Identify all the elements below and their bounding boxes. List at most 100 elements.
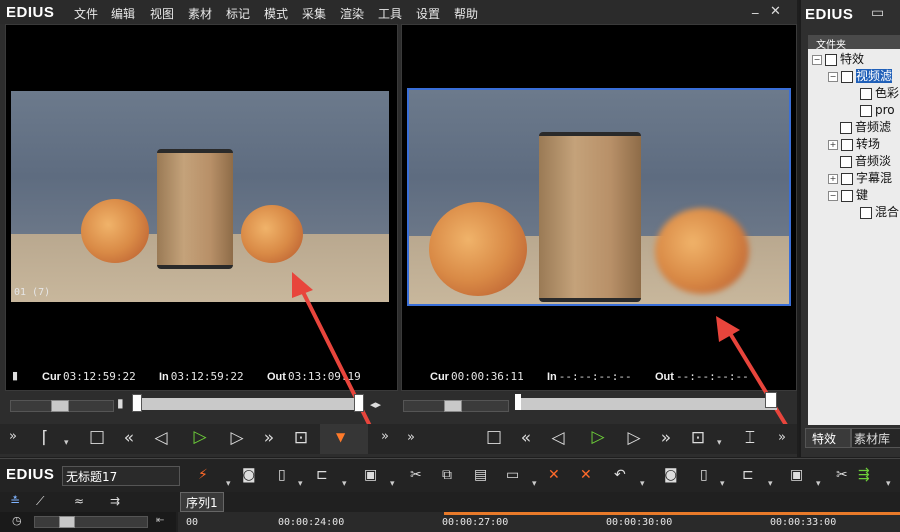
- play-button[interactable]: ▷: [585, 427, 611, 447]
- tree-item-effects[interactable]: − 特效: [812, 51, 864, 68]
- tab-bin[interactable]: 素材库: [851, 428, 900, 448]
- dropdown-caret-icon[interactable]: ▾: [532, 479, 537, 489]
- tree-item-audio-filters[interactable]: 音频滤: [840, 119, 891, 136]
- ripple-delete-icon[interactable]: ✕: [580, 467, 592, 483]
- dropdown-caret-icon[interactable]: ▾: [720, 479, 725, 489]
- fast-forward-button[interactable]: »: [256, 428, 282, 448]
- loop-button[interactable]: ⊡: [685, 428, 711, 448]
- step-forward-button[interactable]: ▷: [621, 428, 647, 448]
- folder-icon[interactable]: ▭: [871, 5, 884, 21]
- open-icon[interactable]: ⊏: [316, 467, 328, 483]
- camera-icon[interactable]: ◙: [242, 467, 256, 483]
- step-back-button[interactable]: ◁: [148, 428, 174, 448]
- dropdown-caret-icon[interactable]: ▾: [226, 479, 231, 489]
- tree-label: 音频滤: [855, 120, 892, 134]
- stop-button[interactable]: □: [84, 427, 110, 447]
- tab-label: 素材库: [854, 432, 891, 446]
- delete-icon[interactable]: ✕: [548, 467, 560, 483]
- render-bar: [444, 512, 900, 515]
- export-icon[interactable]: ⇶: [858, 467, 870, 483]
- tree-item-transitions[interactable]: + 转场: [828, 136, 880, 153]
- dropdown-caret-icon[interactable]: ▾: [342, 479, 347, 489]
- zoom-icon[interactable]: ⇤: [156, 515, 164, 526]
- new-file-icon[interactable]: ▯: [700, 467, 708, 483]
- folder-icon: [841, 189, 853, 202]
- tree-item-keyers[interactable]: − 键: [828, 187, 868, 204]
- slider-thumb[interactable]: [59, 516, 75, 528]
- dropdown-caret-icon[interactable]: ▾: [886, 479, 891, 489]
- project-name-field[interactable]: 无标题17: [62, 466, 180, 486]
- ruler-tick: 00: [186, 517, 199, 528]
- slider-thumb[interactable]: [51, 400, 69, 412]
- expand-icon[interactable]: +: [828, 139, 838, 150]
- tree-item-audio-fades[interactable]: 音频淡: [840, 153, 891, 170]
- expand-icon[interactable]: »: [398, 430, 424, 445]
- camera-icon[interactable]: ◙: [664, 467, 678, 483]
- timeline-zoom-slider[interactable]: [34, 516, 148, 528]
- step-forward-button[interactable]: ▷: [224, 428, 250, 448]
- cut-icon[interactable]: ✂: [836, 467, 848, 483]
- rewind-button[interactable]: «: [116, 428, 142, 448]
- sync-icon[interactable]: ≈: [74, 494, 84, 508]
- ruler-tick: 00:00:33:00: [770, 517, 837, 528]
- expand-icon[interactable]: »: [372, 429, 398, 444]
- tree-item-color[interactable]: 色彩: [860, 85, 899, 102]
- tab-label: 序列1: [186, 496, 218, 510]
- player-scrub-bar[interactable]: [132, 394, 364, 412]
- in-point-handle[interactable]: [132, 394, 142, 412]
- replace-icon[interactable]: ▭: [506, 467, 519, 483]
- dropdown-caret-icon[interactable]: ▾: [390, 479, 395, 489]
- play-button[interactable]: ▷: [187, 427, 213, 447]
- mixer-icon[interactable]: ⟋: [36, 494, 44, 509]
- timeline-logo: EDIUS: [6, 466, 55, 483]
- tree-item-title-mixers[interactable]: + 字幕混: [828, 170, 892, 187]
- tree-label: 特效: [840, 52, 865, 66]
- dropdown-caret-icon[interactable]: ▾: [717, 438, 722, 448]
- paste-icon[interactable]: ▤: [474, 467, 487, 483]
- stop-button[interactable]: □: [481, 427, 507, 447]
- tree-item-pro[interactable]: pro: [860, 102, 895, 119]
- slider-thumb[interactable]: [444, 400, 462, 412]
- tree-item-blend[interactable]: 混合: [860, 204, 899, 221]
- tab-sequence[interactable]: 序列1: [180, 492, 224, 512]
- open-icon[interactable]: ⊏: [742, 467, 754, 483]
- collapse-icon[interactable]: −: [828, 71, 838, 82]
- undo-icon[interactable]: ↶: [614, 467, 626, 483]
- save-icon[interactable]: ▣: [364, 467, 377, 483]
- dropdown-caret-icon[interactable]: ▾: [64, 438, 69, 448]
- playhead-handle[interactable]: [765, 392, 777, 408]
- tree-item-video-filters[interactable]: − 视频滤: [828, 68, 893, 85]
- in-point-handle[interactable]: [515, 394, 521, 410]
- dropdown-caret-icon[interactable]: ▾: [768, 479, 773, 489]
- save-icon[interactable]: ▣: [790, 467, 803, 483]
- timeline-ruler[interactable]: 00 00:00:24:00 00:00:27:00 00:00:30:00 0…: [178, 512, 900, 532]
- collapse-icon[interactable]: −: [828, 190, 838, 201]
- collapse-icon[interactable]: −: [812, 54, 822, 65]
- expand-icon[interactable]: +: [828, 173, 838, 184]
- loop-button[interactable]: ⊡: [288, 428, 314, 448]
- expand-icon[interactable]: »: [0, 429, 26, 444]
- fast-forward-button[interactable]: »: [653, 428, 679, 448]
- dropdown-caret-icon[interactable]: ▾: [816, 479, 821, 489]
- dropdown-caret-icon[interactable]: ▾: [298, 479, 303, 489]
- audio-icon[interactable]: ◂▸: [370, 398, 381, 411]
- insert-button[interactable]: ▼: [320, 424, 368, 454]
- cut-icon[interactable]: ✂: [410, 467, 422, 483]
- player-shuttle-slider[interactable]: [10, 400, 114, 412]
- recorder-shuttle-slider[interactable]: [403, 400, 509, 412]
- split-icon[interactable]: ⌶: [737, 428, 763, 448]
- out-point-handle[interactable]: [354, 394, 364, 412]
- copy-icon[interactable]: ⧉: [442, 467, 452, 483]
- expand-icon[interactable]: »: [769, 430, 795, 445]
- clock-icon: ◷: [12, 514, 22, 527]
- snap-icon[interactable]: ⇉: [110, 494, 120, 508]
- set-in-icon[interactable]: ⌈: [32, 428, 58, 448]
- tab-effects[interactable]: 特效: [805, 428, 851, 448]
- step-back-button[interactable]: ◁: [545, 428, 571, 448]
- track-icon[interactable]: ≛: [10, 494, 20, 508]
- recorder-scrub-bar[interactable]: [515, 392, 777, 410]
- magic-wand-icon[interactable]: ⚡: [198, 467, 208, 483]
- new-file-icon[interactable]: ▯: [278, 467, 286, 483]
- rewind-button[interactable]: «: [513, 428, 539, 448]
- dropdown-caret-icon[interactable]: ▾: [640, 479, 645, 489]
